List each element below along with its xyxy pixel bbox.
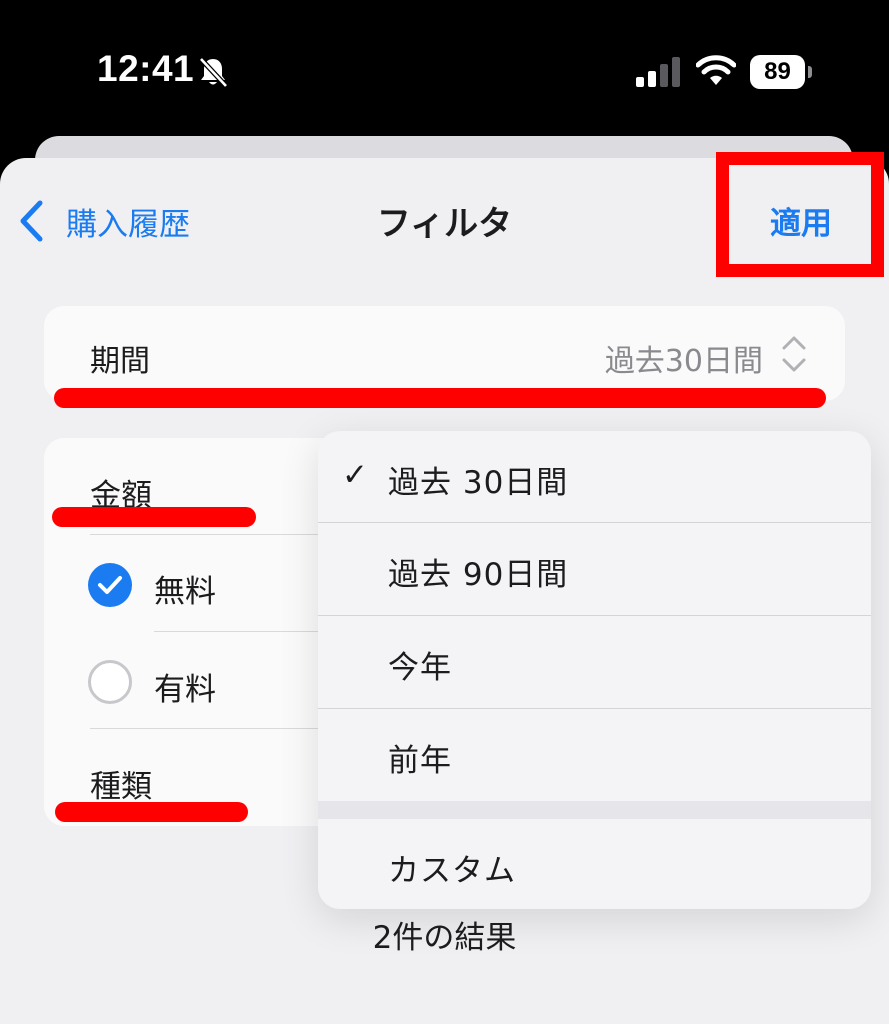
signal-icon [636,57,680,87]
menu-item-past-30-days[interactable]: ✓ 過去 30日間 [318,431,871,523]
battery-level: 89 [750,55,805,89]
chevron-up-down-icon [782,336,806,372]
results-count: 2件の結果 [372,920,517,956]
bell-slash-icon [199,57,228,88]
menu-item-label: 今年 [388,650,452,686]
menu-item-label: 前年 [388,743,452,779]
free-checkbox[interactable] [88,563,132,607]
wifi-icon [696,55,736,85]
checkmark-icon [98,576,122,594]
selected-check-icon: ✓ [342,457,368,493]
annotation-underline [55,802,248,822]
annotation-underline [52,507,256,527]
battery-icon: 89 [750,55,812,89]
annotation-underline [54,388,826,408]
free-option-label: 無料 [154,574,216,610]
menu-item-label: 過去 90日間 [388,557,569,593]
status-time: 12:41 [97,48,195,89]
menu-item-label: カスタム [388,853,516,889]
period-label: 期間 [90,344,150,379]
type-section-label: 種類 [90,769,152,805]
menu-item-label: 過去 30日間 [388,465,569,501]
menu-item-this-year[interactable]: 今年 [318,616,871,708]
paid-option-label: 有料 [154,672,216,708]
battery-tip [808,66,812,78]
period-selector[interactable]: 期間 過去30日間 [44,306,845,401]
menu-item-past-90-days[interactable]: 過去 90日間 [318,523,871,615]
menu-item-custom[interactable]: カスタム [318,819,871,909]
menu-group-separator [318,801,871,819]
menu-item-last-year[interactable]: 前年 [318,709,871,801]
status-bar: 12:41 89 [0,0,889,135]
paid-checkbox[interactable] [88,660,132,704]
period-dropdown-menu: ✓ 過去 30日間 過去 90日間 今年 前年 カスタム [318,431,871,909]
annotation-highlight-box [716,152,884,277]
period-value: 過去30日間 [604,344,763,379]
